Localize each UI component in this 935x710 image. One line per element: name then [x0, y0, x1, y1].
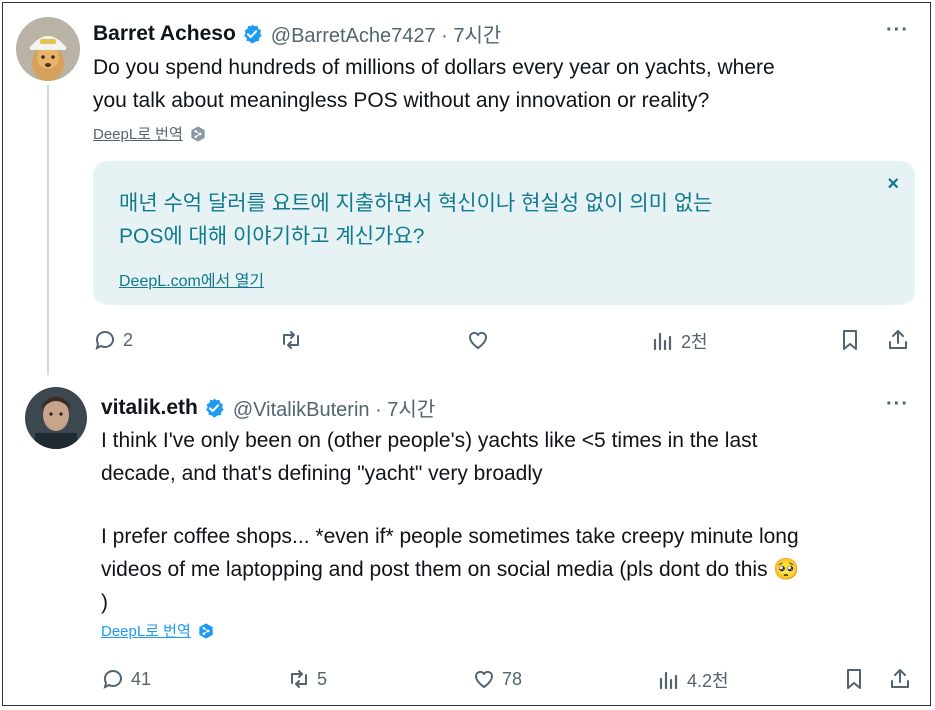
translate-label[interactable]: DeepL로 번역 [101, 620, 191, 641]
translation-line: 매년 수억 달러를 요트에 지출하면서 혁신이나 현실성 없이 의미 없는 [119, 192, 713, 215]
bookmark-button[interactable] [838, 328, 862, 352]
translation-line: POS에 대해 이야기하고 계신가요? [119, 225, 425, 248]
translation-text: 매년 수억 달러를 요트에 지출하면서 혁신이나 현실성 없이 의미 없는 PO… [119, 187, 879, 253]
tweet2-handle-time[interactable]: @VitalikButerin · 7시간 [233, 393, 435, 422]
reply-icon [95, 331, 114, 350]
reply-count: 41 [131, 668, 152, 689]
verified-badge-icon [243, 23, 262, 44]
views-button[interactable]: 2천 [651, 328, 708, 354]
tweet1-more-icon[interactable]: ··· [886, 19, 909, 42]
views-icon [653, 332, 672, 351]
repost-button[interactable] [279, 328, 309, 352]
tweet1-text-line: Do you spend hundreds of millions of dol… [93, 56, 775, 79]
tweet1-display-name[interactable]: Barret Acheso [93, 22, 236, 46]
tweet2-translate-link[interactable]: DeepL로 번역 [101, 620, 215, 641]
tweet2-actions: 41 5 78 4.2천 [101, 667, 916, 697]
like-icon [475, 670, 493, 688]
like-button[interactable]: 78 [472, 667, 522, 691]
bookmark-icon [847, 669, 861, 689]
like-count: 78 [502, 668, 523, 689]
repost-count: 5 [317, 668, 328, 689]
share-button[interactable] [888, 667, 912, 691]
reply-icon [103, 670, 122, 689]
repost-icon [283, 331, 299, 349]
views-count: 2천 [681, 332, 708, 352]
thread-connector [47, 85, 49, 375]
deepl-icon [191, 125, 205, 142]
tweet2-more-icon[interactable]: ··· [886, 393, 909, 416]
translation-panel: 매년 수억 달러를 요트에 지출하면서 혁신이나 현실성 없이 의미 없는 PO… [93, 161, 915, 305]
tweet1-actions: 2 2천 [93, 328, 918, 358]
tweet2-text-line: videos of me laptopping and post them on… [101, 558, 800, 581]
views-button[interactable]: 4.2천 [657, 667, 729, 693]
tweet1-header: Barret Acheso @BarretAche7427 · 7시간 [93, 19, 501, 48]
tweet2-text-line: decade, and that's defining "yacht" very… [101, 462, 543, 485]
tweet2-text-line: I think I've only been on (other people'… [101, 429, 758, 452]
tweet2-text-line: ) [101, 591, 108, 614]
reply-button[interactable]: 41 [101, 667, 151, 691]
tweet2-text-line: I prefer coffee shops... *even if* peopl… [101, 525, 799, 548]
tweet1-handle-time[interactable]: @BarretAche7427 · 7시간 [271, 19, 502, 48]
avatar-vitalik[interactable] [25, 387, 87, 449]
tweet2-text: I think I've only been on (other people'… [101, 424, 800, 619]
close-icon[interactable]: × [887, 173, 899, 196]
tweet-thread: Barret Acheso @BarretAche7427 · 7시간 ··· … [2, 2, 931, 706]
like-button[interactable] [466, 328, 496, 352]
deepl-icon [199, 622, 213, 639]
like-icon [469, 331, 487, 349]
share-icon [891, 669, 909, 688]
avatar-barret[interactable] [16, 17, 80, 81]
tweet2-header: vitalik.eth @VitalikButerin · 7시간 [101, 393, 435, 422]
open-deepl-link[interactable]: DeepL.com에서 열기 [119, 267, 264, 291]
bookmark-icon [843, 330, 857, 350]
reply-count: 2 [123, 329, 134, 350]
bookmark-button[interactable] [842, 667, 866, 691]
tweet1-text-line: you talk about meaningless POS without a… [93, 89, 710, 112]
share-button[interactable] [886, 328, 910, 352]
views-icon [659, 671, 678, 690]
tweet2-display-name[interactable]: vitalik.eth [101, 396, 198, 420]
views-count: 4.2천 [687, 671, 729, 691]
reply-button[interactable]: 2 [93, 328, 133, 352]
verified-badge-icon [205, 397, 224, 418]
repost-button[interactable]: 5 [287, 667, 327, 691]
repost-icon [291, 670, 307, 688]
share-icon [889, 330, 907, 349]
tweet1-text: Do you spend hundreds of millions of dol… [93, 51, 775, 117]
translate-label[interactable]: DeepL로 번역 [93, 123, 183, 144]
tweet1-translate-link[interactable]: DeepL로 번역 [93, 123, 207, 144]
